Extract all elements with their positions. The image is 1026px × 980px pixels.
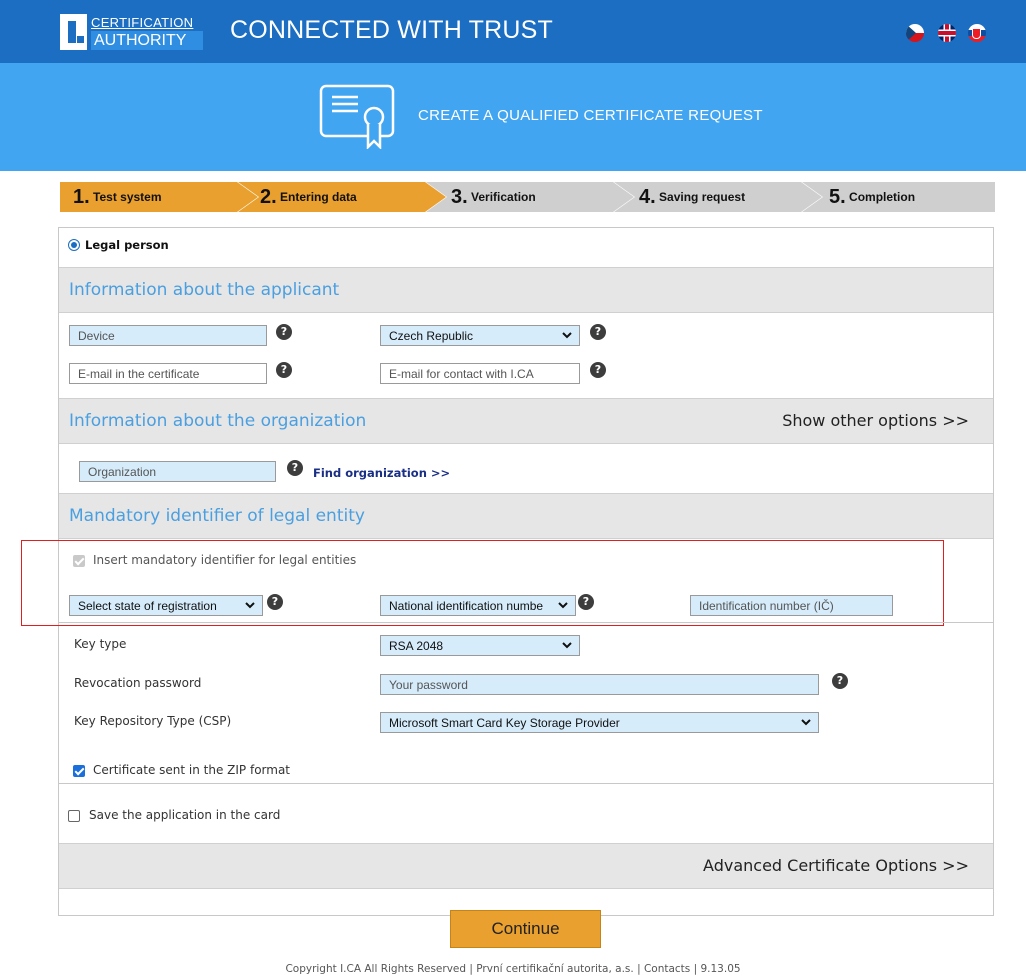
section-title: Information about the applicant xyxy=(69,280,340,300)
zip-format-checkbox[interactable] xyxy=(73,765,85,777)
step-label: Test system xyxy=(93,190,162,204)
csp-select[interactable]: Microsoft Smart Card Key Storage Provide… xyxy=(380,712,819,733)
help-icon[interactable]: ? xyxy=(832,673,848,689)
section-organization: Information about the organization Show … xyxy=(59,398,993,444)
continue-button[interactable]: Continue xyxy=(450,910,601,948)
show-other-options-link[interactable]: Show other options >> xyxy=(782,411,969,430)
help-icon[interactable]: ? xyxy=(287,460,303,476)
section-applicant: Information about the applicant xyxy=(59,267,993,313)
csp-label: Key Repository Type (CSP) xyxy=(74,714,232,728)
step-label: Completion xyxy=(849,190,916,204)
step-label: Verification xyxy=(471,190,536,204)
legal-person-radio[interactable] xyxy=(68,239,80,251)
revocation-password-label: Revocation password xyxy=(74,676,202,690)
help-icon[interactable]: ? xyxy=(276,362,292,378)
highlight-box xyxy=(21,540,944,626)
step-completion: 5. Completion xyxy=(802,182,995,212)
save-in-card-label: Save the application in the card xyxy=(89,808,281,822)
step-number: 5. xyxy=(829,186,846,208)
organization-input[interactable]: Organization xyxy=(79,461,276,482)
czech-flag-icon[interactable] xyxy=(906,24,924,42)
chevron-down-icon xyxy=(562,332,572,339)
tagline: CONNECTED WITH TRUST xyxy=(230,16,553,44)
step-test-system: 1. Test system xyxy=(60,182,258,212)
progress-steps: 1. Test system 2. Entering data 3. Verif… xyxy=(60,182,995,212)
device-input[interactable]: Device xyxy=(69,325,267,346)
logo-mark-icon xyxy=(60,14,87,50)
banner-title: CREATE A QUALIFIED CERTIFICATE REQUEST xyxy=(418,107,763,124)
top-bar: CERTIFICATION AUTHORITY CONNECTED WITH T… xyxy=(0,0,1026,63)
step-label: Entering data xyxy=(280,190,357,204)
section-title: Information about the organization xyxy=(69,411,367,431)
step-number: 4. xyxy=(639,186,656,208)
step-saving-request: 4. Saving request xyxy=(614,182,822,212)
csp-value: Microsoft Smart Card Key Storage Provide… xyxy=(389,716,620,730)
ica-logo[interactable]: CERTIFICATION AUTHORITY xyxy=(60,14,203,50)
section-mandatory-identifier: Mandatory identifier of legal entity xyxy=(59,493,993,539)
email-certificate-input[interactable]: E-mail in the certificate xyxy=(69,363,267,384)
country-select-value: Czech Republic xyxy=(389,329,474,343)
certificate-icon xyxy=(319,84,395,149)
section-title: Mandatory identifier of legal entity xyxy=(69,506,365,526)
help-icon[interactable]: ? xyxy=(590,324,606,340)
key-type-label: Key type xyxy=(74,637,127,651)
step-number: 2. xyxy=(260,186,277,208)
logo-line-1: CERTIFICATION xyxy=(91,15,194,30)
help-icon[interactable]: ? xyxy=(590,362,606,378)
step-number: 3. xyxy=(451,186,468,208)
legal-person-label: Legal person xyxy=(85,238,169,252)
divider xyxy=(59,622,993,623)
logo-line-2: AUTHORITY xyxy=(91,31,203,50)
slovak-flag-icon[interactable] xyxy=(968,24,986,42)
revocation-password-input[interactable]: Your password xyxy=(380,674,819,695)
chevron-down-icon xyxy=(801,719,811,726)
zip-format-label: Certificate sent in the ZIP format xyxy=(93,763,291,777)
step-entering-data: 2. Entering data xyxy=(238,182,446,212)
save-in-card-checkbox[interactable] xyxy=(68,810,80,822)
key-type-select[interactable]: RSA 2048 xyxy=(380,635,580,656)
uk-flag-icon[interactable] xyxy=(938,24,956,42)
footer: Copyright I.CA All Rights Reserved | Prv… xyxy=(285,963,741,975)
advanced-options-link[interactable]: Advanced Certificate Options >> xyxy=(703,856,969,875)
section-advanced: Advanced Certificate Options >> xyxy=(59,843,993,889)
country-select[interactable]: Czech Republic xyxy=(380,325,580,346)
step-label: Saving request xyxy=(659,190,746,204)
page-banner: CREATE A QUALIFIED CERTIFICATE REQUEST xyxy=(0,63,1026,171)
email-contact-input[interactable]: E-mail for contact with I.CA xyxy=(380,363,580,384)
chevron-down-icon xyxy=(562,642,572,649)
step-verification: 3. Verification xyxy=(426,182,634,212)
step-number: 1. xyxy=(73,186,90,208)
key-type-value: RSA 2048 xyxy=(389,639,444,653)
help-icon[interactable]: ? xyxy=(276,324,292,340)
find-organization-link[interactable]: Find organization >> xyxy=(313,466,450,480)
